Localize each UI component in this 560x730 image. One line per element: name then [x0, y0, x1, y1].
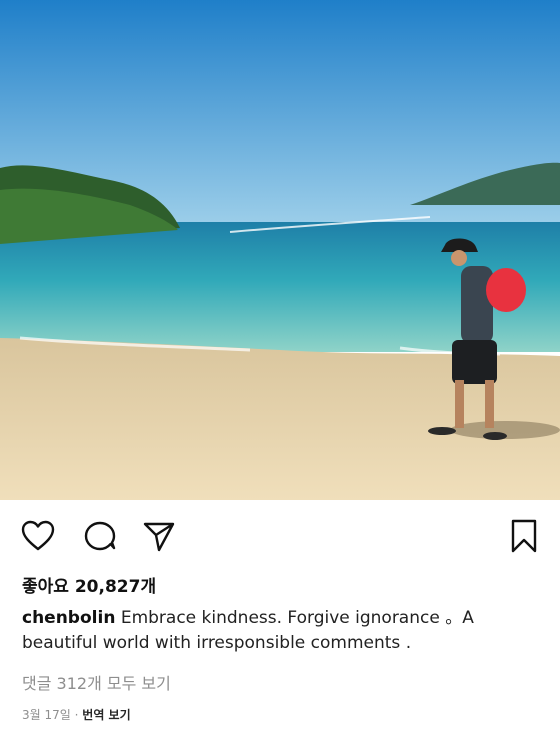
- view-all-comments-link[interactable]: 댓글 312개 모두 보기: [22, 670, 171, 694]
- likes-count[interactable]: 좋아요 20,827개: [22, 572, 156, 597]
- post-meta: 3월 17일 · 번역 보기: [22, 706, 131, 723]
- translate-link[interactable]: 번역 보기: [82, 708, 130, 722]
- caption-username[interactable]: chenbolin: [22, 608, 115, 628]
- heart-icon[interactable]: [20, 518, 56, 554]
- comment-bubble-icon[interactable]: [82, 518, 118, 554]
- paper-plane-icon[interactable]: [141, 518, 177, 554]
- post-date: 3월 17일: [22, 708, 71, 722]
- likes-number: 20,827개: [74, 577, 157, 597]
- likes-label: 좋아요: [22, 577, 69, 597]
- bookmark-icon[interactable]: [506, 518, 542, 554]
- post-caption: chenbolin Embrace kindness. Forgive igno…: [22, 606, 542, 656]
- action-bar: [0, 500, 560, 570]
- post-photo[interactable]: [0, 0, 560, 500]
- meta-separator: ·: [74, 708, 79, 722]
- beach-scene-image: [0, 0, 560, 500]
